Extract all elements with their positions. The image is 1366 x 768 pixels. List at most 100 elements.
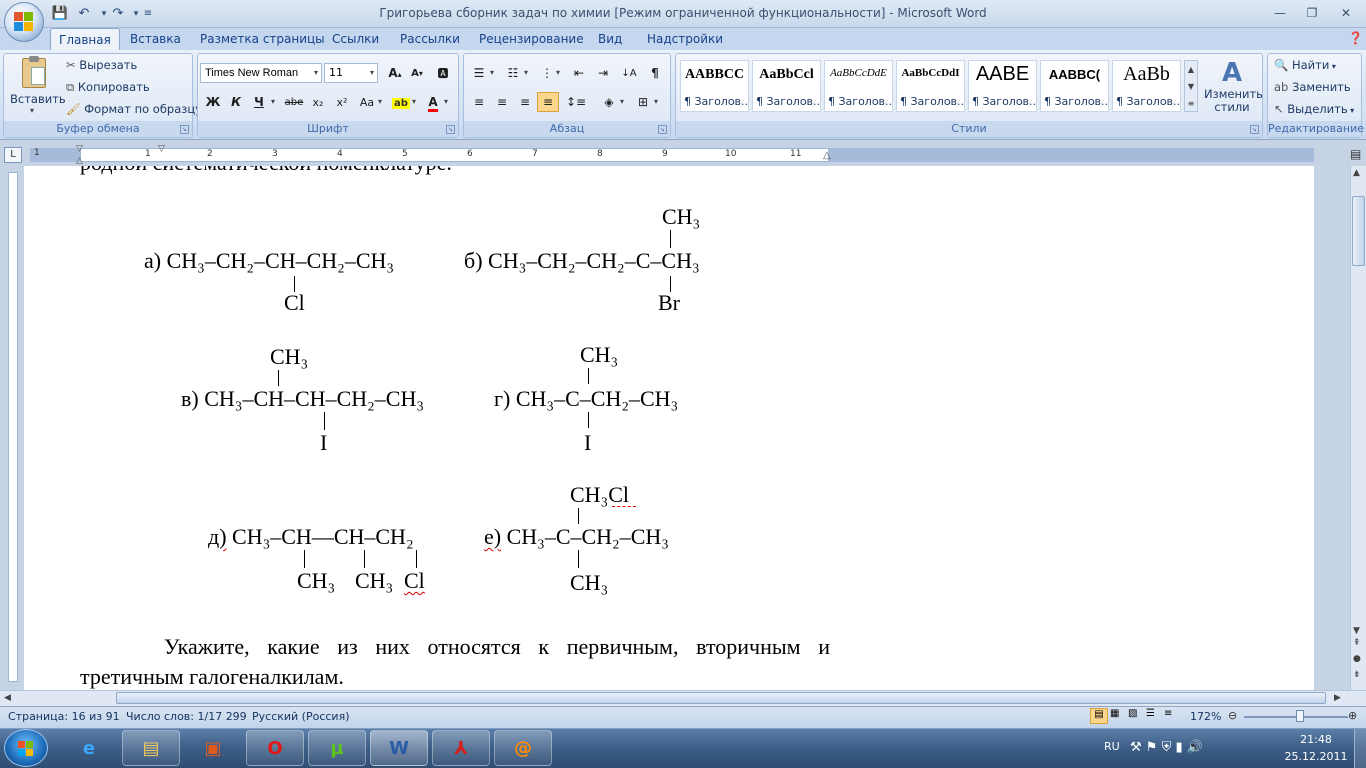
- cut-button[interactable]: ✂ Вырезать: [66, 58, 137, 72]
- mail-agent-icon[interactable]: @: [494, 730, 552, 766]
- paste-button[interactable]: Вставить ▾: [10, 56, 66, 118]
- security-icon[interactable]: ⛨: [1162, 740, 1172, 755]
- clock-time[interactable]: 21:48: [1296, 733, 1336, 746]
- right-indent-marker-icon[interactable]: △: [823, 150, 831, 161]
- align-right-icon[interactable]: ≡: [514, 92, 536, 112]
- zoom-in-icon[interactable]: ⊕: [1348, 709, 1357, 722]
- bullets-icon[interactable]: ☰: [468, 63, 490, 83]
- horizontal-scroll-thumb[interactable]: [116, 692, 1326, 704]
- justify-icon[interactable]: ≡: [537, 92, 559, 112]
- volume-icon[interactable]: 🔊: [1187, 740, 1203, 755]
- horizontal-scrollbar[interactable]: ◀ ▶: [0, 690, 1366, 706]
- styles-scroll[interactable]: ▲ ▼ ≡: [1184, 60, 1198, 112]
- tab-review[interactable]: Рецензирование: [471, 28, 592, 50]
- clipboard-launcher-icon[interactable]: ↘: [180, 125, 189, 134]
- clock-date[interactable]: 25.12.2011: [1284, 750, 1348, 763]
- show-desktop-button[interactable]: [1354, 729, 1366, 768]
- print-layout-view-icon[interactable]: ▤: [1090, 708, 1108, 724]
- bold-button[interactable]: Ж: [202, 92, 224, 112]
- language-indicator[interactable]: RU: [1104, 740, 1120, 753]
- highlight-icon[interactable]: ab: [390, 92, 412, 112]
- style-heading-6[interactable]: AABBC( ¶ Заголов...: [1040, 60, 1109, 112]
- pdf-reader-icon[interactable]: ⅄: [432, 730, 490, 766]
- browse-object-icon[interactable]: ●: [1353, 654, 1361, 664]
- italic-button[interactable]: К: [225, 92, 247, 112]
- change-case-dropdown-icon[interactable]: ▾: [378, 97, 382, 106]
- first-line-indent-icon[interactable]: ▽: [158, 144, 165, 154]
- highlight-dropdown-icon[interactable]: ▾: [412, 97, 416, 106]
- tab-addins[interactable]: Надстройки: [639, 28, 731, 50]
- font-color-icon[interactable]: A: [422, 92, 444, 112]
- decrease-indent-icon[interactable]: ⇤: [568, 63, 590, 83]
- office-button[interactable]: [4, 2, 44, 42]
- underline-button[interactable]: Ч: [248, 92, 270, 112]
- font-color-dropdown-icon[interactable]: ▾: [444, 97, 448, 106]
- start-button[interactable]: [4, 729, 48, 767]
- page-count-status[interactable]: Страница: 16 из 91: [8, 710, 120, 723]
- close-button[interactable]: ✕: [1334, 5, 1358, 21]
- next-page-icon[interactable]: ⇟: [1353, 670, 1361, 680]
- language-status[interactable]: Русский (Россия): [252, 710, 350, 723]
- full-screen-view-icon[interactable]: ▦: [1110, 708, 1119, 719]
- minimize-button[interactable]: —: [1268, 5, 1292, 21]
- word-count-status[interactable]: Число слов: 1/17 299: [126, 710, 247, 723]
- view-ruler-icon[interactable]: ▤: [1350, 147, 1361, 161]
- increase-indent-icon[interactable]: ⇥: [592, 63, 614, 83]
- opera-icon[interactable]: O: [246, 730, 304, 766]
- replace-button[interactable]: ab Заменить: [1274, 80, 1351, 94]
- customize-qat-icon[interactable]: ≡: [138, 5, 158, 23]
- prev-page-icon[interactable]: ⇞: [1353, 638, 1361, 648]
- line-spacing-icon[interactable]: ↕≡: [565, 92, 587, 112]
- tools-icon[interactable]: ⚒: [1130, 740, 1142, 755]
- restore-button[interactable]: ❐: [1300, 5, 1324, 21]
- borders-dropdown-icon[interactable]: ▾: [654, 97, 658, 106]
- left-indent-marker-icon[interactable]: ▽: [76, 144, 83, 154]
- undo-icon[interactable]: ↶: [74, 5, 94, 23]
- borders-icon[interactable]: ⊞: [632, 92, 654, 112]
- scroll-left-icon[interactable]: ◀: [4, 693, 11, 703]
- font-launcher-icon[interactable]: ↘: [446, 125, 455, 134]
- copy-button[interactable]: ⧉ Копировать: [66, 80, 150, 95]
- numbering-icon[interactable]: ☷: [502, 63, 524, 83]
- tab-view[interactable]: Вид: [590, 28, 630, 50]
- strikethrough-button[interactable]: abe: [283, 92, 305, 112]
- align-center-icon[interactable]: ≡: [491, 92, 513, 112]
- flag-icon[interactable]: ⚑: [1146, 740, 1158, 755]
- zoom-level[interactable]: 172%: [1190, 710, 1221, 723]
- clear-format-icon[interactable]: 🅰: [432, 63, 454, 83]
- style-heading-1[interactable]: AABBCC ¶ Заголов...: [680, 60, 749, 112]
- vertical-scrollbar[interactable]: ▲ ▼ ⇞ ● ⇟: [1350, 166, 1366, 690]
- explorer-icon[interactable]: ▤: [122, 730, 180, 766]
- numbering-dropdown-icon[interactable]: ▾: [524, 68, 528, 77]
- shrink-font-icon[interactable]: A▾: [406, 63, 428, 83]
- app-icon[interactable]: ▣: [184, 730, 242, 766]
- show-marks-icon[interactable]: ¶: [644, 63, 666, 83]
- zoom-slider-thumb[interactable]: [1296, 710, 1304, 722]
- hanging-indent-icon[interactable]: △: [76, 156, 83, 166]
- subscript-button[interactable]: x₂: [307, 92, 329, 112]
- multilevel-list-icon[interactable]: ⋮: [536, 63, 558, 83]
- format-painter-button[interactable]: 🖌 Формат по образцу: [66, 102, 202, 116]
- font-family-select[interactable]: Times New Roman ▾: [200, 63, 322, 83]
- underline-dropdown-icon[interactable]: ▾: [271, 97, 275, 106]
- redo-icon[interactable]: ↷: [108, 5, 128, 23]
- internet-explorer-icon[interactable]: e: [60, 730, 118, 766]
- superscript-button[interactable]: x²: [331, 92, 353, 112]
- style-heading-5[interactable]: AABE ¶ Заголов...: [968, 60, 1037, 112]
- network-icon[interactable]: ▮: [1176, 740, 1183, 755]
- scroll-right-icon[interactable]: ▶: [1334, 693, 1341, 703]
- select-button[interactable]: ↖ Выделить ▾: [1274, 102, 1354, 116]
- style-heading-3[interactable]: AaBbCcDdE ¶ Заголов...: [824, 60, 893, 112]
- document-page[interactable]: родной систематической номенклатуре. а) …: [24, 166, 1314, 690]
- style-heading-7[interactable]: AaBb ¶ Заголов...: [1112, 60, 1181, 112]
- tab-selector-button[interactable]: L: [4, 147, 22, 163]
- multilevel-dropdown-icon[interactable]: ▾: [556, 68, 560, 77]
- align-left-icon[interactable]: ≡: [468, 92, 490, 112]
- tab-mailings[interactable]: Рассылки: [392, 28, 468, 50]
- word-icon[interactable]: W: [370, 730, 428, 766]
- font-size-select[interactable]: 11 ▾: [324, 63, 378, 83]
- find-button[interactable]: 🔍 Найти ▾: [1274, 58, 1336, 72]
- bullets-dropdown-icon[interactable]: ▾: [490, 68, 494, 77]
- style-heading-2[interactable]: AaBbCcl ¶ Заголов...: [752, 60, 821, 112]
- web-layout-view-icon[interactable]: ▧: [1128, 708, 1137, 719]
